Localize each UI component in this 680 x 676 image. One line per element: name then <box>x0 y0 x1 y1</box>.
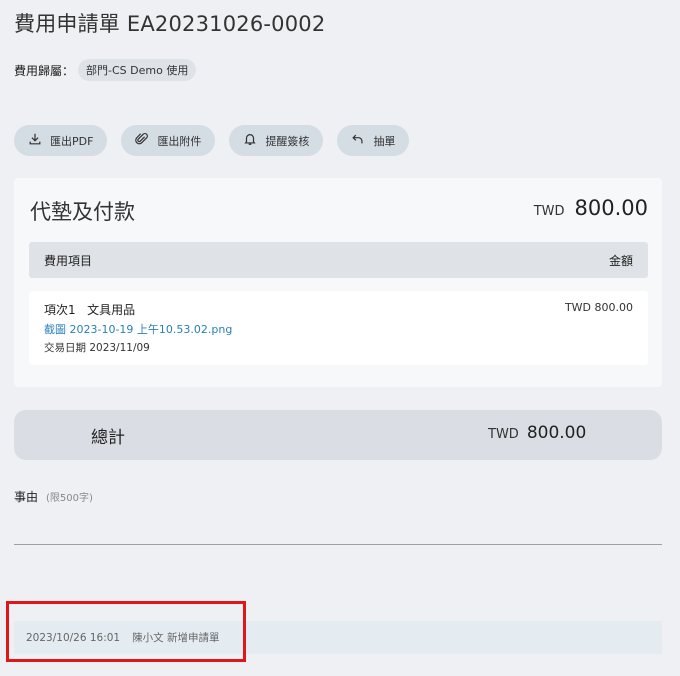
card-title: 代墊及付款 <box>30 200 135 224</box>
row-item: 項次1 文具用品 <box>44 303 136 317</box>
reason-label: 事由 <box>14 490 39 504</box>
export-pdf-label: 匯出PDF <box>50 134 94 148</box>
page-title: 費用申請單 EA20231026-0002 <box>14 12 326 36</box>
attribution-chip[interactable]: 部門-CS Demo 使用 <box>78 59 197 81</box>
export-attachments-label: 匯出附件 <box>157 134 202 148</box>
column-item: 費用項目 <box>44 253 93 268</box>
table-header: 費用項目 金額 <box>29 242 648 278</box>
card-currency: TWD <box>533 204 565 219</box>
total-currency: TWD <box>488 427 519 442</box>
reason-input-underline[interactable] <box>14 544 662 545</box>
total-amount-value: 800.00 <box>526 423 587 443</box>
card-amount-value: 800.00 <box>574 196 648 220</box>
paperclip-icon <box>135 132 149 149</box>
withdraw-label: 抽單 <box>373 134 396 148</box>
attachment-link[interactable]: 截圖 2023-10-19 上午10.53.02.png <box>44 321 633 337</box>
total-label: 總計 <box>91 428 125 448</box>
download-icon <box>28 132 42 149</box>
card-amount: TWD 800.00 <box>534 196 648 220</box>
transaction-date: 交易日期 2023/11/09 <box>44 342 150 354</box>
remind-approval-button[interactable]: 提醒簽核 <box>229 125 324 156</box>
export-attachments-button[interactable]: 匯出附件 <box>121 125 216 156</box>
action-bar: 匯出PDF 匯出附件 提醒簽核 抽單 <box>14 125 410 156</box>
expense-card: 代墊及付款 TWD 800.00 費用項目 金額 項次1 文具用品 TWD 80… <box>14 178 662 387</box>
highlight-box <box>6 601 246 662</box>
table-row[interactable]: 項次1 文具用品 TWD 800.00 截圖 2023-10-19 上午10.5… <box>29 291 648 365</box>
attribution-label: 費用歸屬： <box>14 63 75 78</box>
reason-hint: (限500字) <box>46 493 93 504</box>
total-amount: TWD 800.00 <box>488 423 586 443</box>
withdraw-button[interactable]: 抽單 <box>337 125 410 156</box>
attribution-row: 費用歸屬： 部門-CS Demo 使用 <box>14 58 197 82</box>
reason-field-label: 事由 (限500字) <box>14 488 93 505</box>
undo-arrow-icon <box>351 132 365 149</box>
bell-icon <box>243 132 257 149</box>
total-bar: 總計 TWD 800.00 <box>14 410 662 460</box>
remind-approval-label: 提醒簽核 <box>265 134 310 148</box>
row-amount: TWD 800.00 <box>564 301 633 314</box>
export-pdf-button[interactable]: 匯出PDF <box>14 125 108 156</box>
column-amount: 金額 <box>608 253 633 268</box>
